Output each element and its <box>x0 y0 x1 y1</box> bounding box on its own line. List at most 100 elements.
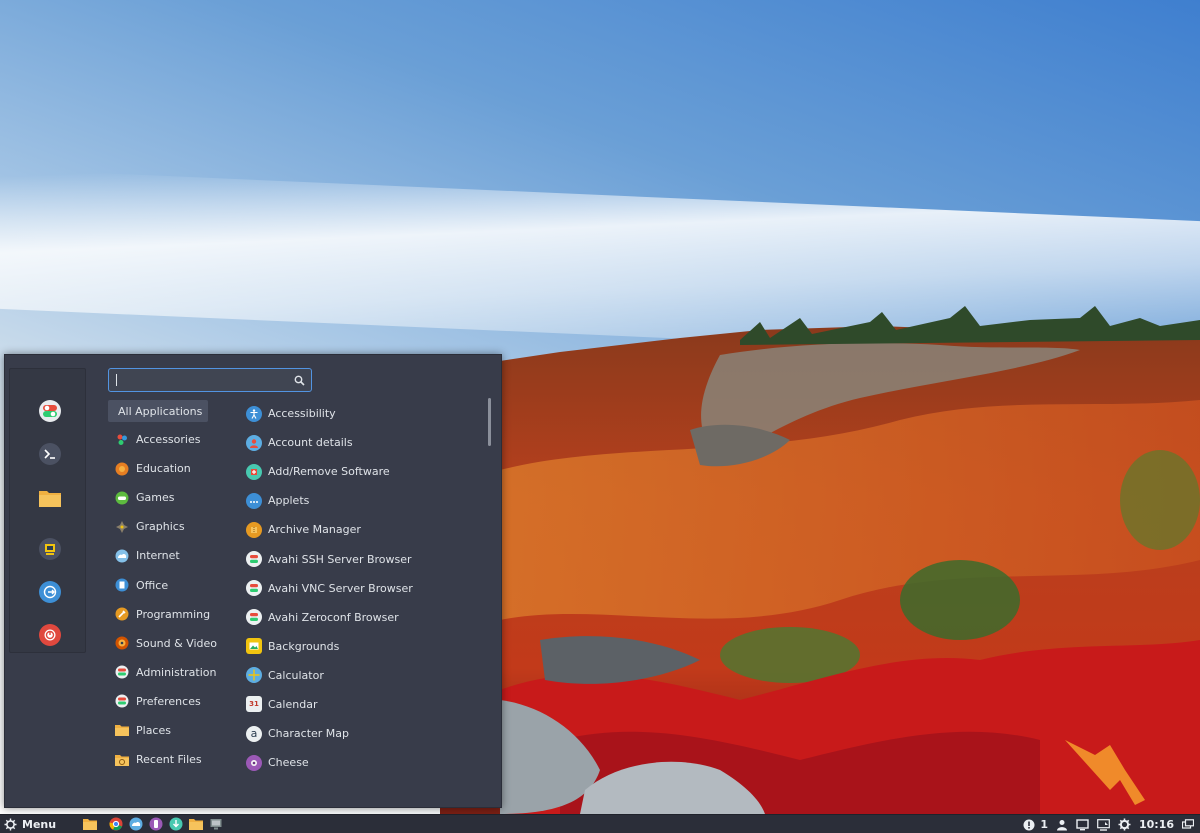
accessibility-icon <box>246 405 262 422</box>
purple-app-icon <box>149 817 163 831</box>
category-label: Recent Files <box>136 753 202 767</box>
games-icon <box>114 490 130 506</box>
display-icon[interactable] <box>1076 818 1089 831</box>
category-education[interactable]: Education <box>108 454 233 483</box>
backgrounds-icon <box>246 638 262 655</box>
clock[interactable]: 10:16 <box>1139 818 1174 831</box>
logout-icon <box>39 581 61 603</box>
character-map-icon: a <box>246 725 262 742</box>
category-places[interactable]: Places <box>108 716 233 745</box>
avahi-ssh-icon <box>246 551 262 568</box>
network-icon[interactable] <box>1097 818 1110 831</box>
launcher-chrome[interactable] <box>108 816 124 832</box>
app-label: Avahi VNC Server Browser <box>268 581 413 595</box>
app-label: Calendar <box>268 697 318 711</box>
category-internet[interactable]: Internet <box>108 541 233 570</box>
app-add-remove-software[interactable]: Add/Remove Software <box>245 457 485 486</box>
launcher-browser[interactable] <box>128 816 144 832</box>
archive-icon <box>246 521 262 538</box>
places-folder-icon <box>114 722 130 738</box>
app-cheese[interactable]: Cheese <box>245 748 485 777</box>
chrome-icon <box>109 817 123 831</box>
menu-button[interactable]: Menu <box>0 815 62 833</box>
launcher-workspace[interactable] <box>208 816 224 832</box>
power-icon <box>39 624 61 646</box>
workspace-icon <box>210 819 222 830</box>
app-backgrounds[interactable]: Backgrounds <box>245 632 485 661</box>
lock-screen-icon <box>39 538 61 560</box>
menu-gear-icon <box>4 818 17 830</box>
category-label: Programming <box>136 607 211 621</box>
application-menu: All Applications Accessories Education G… <box>4 354 502 808</box>
launcher-show-desktop[interactable] <box>82 816 98 832</box>
app-applets[interactable]: Applets <box>245 486 485 515</box>
favorite-files[interactable] <box>38 486 62 510</box>
favorite-settings[interactable] <box>38 399 62 423</box>
app-archive-manager[interactable]: Archive Manager <box>245 515 485 544</box>
app-avahi-ssh[interactable]: Avahi SSH Server Browser <box>245 544 485 573</box>
notification-alert-icon <box>1023 819 1035 830</box>
category-label: Sound & Video <box>136 636 218 650</box>
software-icon <box>246 463 262 480</box>
system-tray: 1 10:16 <box>1015 815 1194 833</box>
app-character-map[interactable]: a Character Map <box>245 719 485 748</box>
favorite-power[interactable] <box>38 623 62 647</box>
show-desktop-icon <box>83 819 98 830</box>
category-accessories[interactable]: Accessories <box>108 425 233 454</box>
search-icon <box>294 375 305 386</box>
recent-files-icon <box>114 752 130 768</box>
avahi-zeroconf-icon <box>246 609 262 626</box>
launcher-teal-app[interactable] <box>168 816 184 832</box>
app-avahi-zeroconf[interactable]: Avahi Zeroconf Browser <box>245 603 485 632</box>
notification-count: 1 <box>1040 818 1048 831</box>
category-label: Games <box>136 491 175 505</box>
applets-icon <box>246 492 262 509</box>
search-input[interactable] <box>115 372 285 388</box>
app-accessibility[interactable]: Accessibility <box>245 399 485 428</box>
category-programming[interactable]: Programming <box>108 600 233 629</box>
cheese-icon <box>246 754 262 771</box>
category-label: Preferences <box>136 694 201 708</box>
favorite-terminal[interactable] <box>38 442 62 466</box>
app-label: Add/Remove Software <box>268 465 390 479</box>
notifications-applet[interactable]: 1 <box>1023 818 1048 831</box>
window-list-icon[interactable] <box>1182 818 1194 831</box>
category-label: Accessories <box>136 433 201 447</box>
category-preferences[interactable]: Preferences <box>108 687 233 716</box>
launcher-purple-app[interactable] <box>148 816 164 832</box>
app-account-details[interactable]: Account details <box>245 428 485 457</box>
education-icon <box>114 461 130 477</box>
category-label: Office <box>136 578 169 592</box>
app-label: Cheese <box>268 756 309 770</box>
app-label: Backgrounds <box>268 639 340 653</box>
category-administration[interactable]: Administration <box>108 658 233 687</box>
calculator-icon <box>246 667 262 684</box>
category-graphics[interactable]: Graphics <box>108 512 233 541</box>
administration-icon <box>114 664 130 680</box>
launcher-files[interactable] <box>188 816 204 832</box>
category-sound-video[interactable]: Sound & Video <box>108 629 233 658</box>
category-recent-files[interactable]: Recent Files <box>108 745 233 774</box>
menu-label: Menu <box>22 817 57 831</box>
category-office[interactable]: Office <box>108 570 233 599</box>
files-icon <box>189 819 204 830</box>
internet-icon <box>114 548 130 564</box>
teal-app-icon <box>169 817 183 831</box>
user-icon[interactable] <box>1056 819 1068 831</box>
app-calculator[interactable]: Calculator <box>245 661 485 690</box>
app-avahi-vnc[interactable]: Avahi VNC Server Browser <box>245 574 485 603</box>
app-label: Calculator <box>268 668 324 682</box>
settings-toggle-icon <box>39 400 61 422</box>
app-calendar[interactable]: 31 Calendar <box>245 690 485 719</box>
favorite-lock-screen[interactable] <box>38 537 62 561</box>
settings-gear-icon[interactable] <box>1118 818 1131 831</box>
app-list-scrollbar[interactable] <box>488 398 491 446</box>
category-games[interactable]: Games <box>108 483 233 512</box>
search-box[interactable] <box>108 368 312 392</box>
category-list: All Applications Accessories Education G… <box>108 400 233 774</box>
favorite-logout[interactable] <box>38 580 62 604</box>
app-label: Applets <box>268 494 310 508</box>
account-details-icon <box>246 434 262 451</box>
category-all-applications[interactable]: All Applications <box>108 400 208 422</box>
bottom-panel: Menu 1 10:16 <box>0 814 1200 833</box>
